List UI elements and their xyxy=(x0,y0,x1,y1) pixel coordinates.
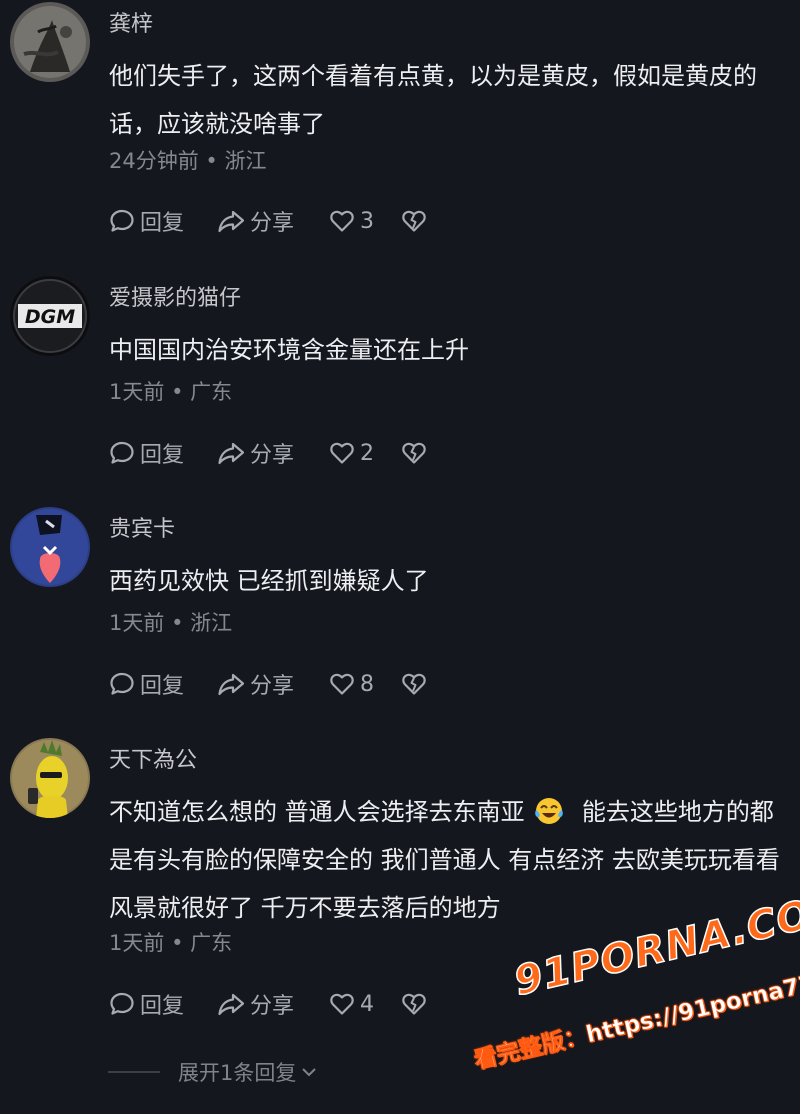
reply-button[interactable]: 回复 xyxy=(108,667,216,701)
share-arrow-icon xyxy=(218,673,245,696)
comment-actions: 回复 分享 3 xyxy=(108,204,428,238)
user-avatar[interactable] xyxy=(10,2,90,82)
comment-text: 西药见效快 已经抓到嫌疑人了 xyxy=(109,567,429,595)
expand-replies-label: 展开1条回复 xyxy=(178,1061,297,1085)
comment-bubble-icon xyxy=(110,209,134,232)
meta-separator: • xyxy=(205,149,218,173)
share-button[interactable]: 分享 xyxy=(216,667,328,701)
comment-time: 1天前 xyxy=(109,931,165,955)
user-avatar[interactable] xyxy=(10,507,90,587)
watermark-url: 看完整版：https://91porna77.com xyxy=(471,956,800,1075)
comment-location: 广东 xyxy=(190,380,233,404)
expand-replies-button[interactable]: 展开1条回复 xyxy=(108,1055,320,1089)
comment-meta: 24分钟前 • 浙江 xyxy=(109,146,267,176)
comment-bubble-icon xyxy=(110,992,134,1015)
comment-meta: 1天前 • 广东 xyxy=(109,377,232,407)
comment-actions: 回复 分享 2 xyxy=(108,436,428,470)
like-count: 4 xyxy=(360,991,374,1017)
comment-location: 浙江 xyxy=(224,149,267,173)
pineapple-figure-avatar-icon xyxy=(10,738,90,818)
reply-button[interactable]: 回复 xyxy=(108,204,216,238)
dislike-button[interactable] xyxy=(400,987,428,1021)
share-label: 分享 xyxy=(250,443,295,468)
share-label: 分享 xyxy=(250,211,295,236)
reply-button[interactable]: 回复 xyxy=(108,987,216,1021)
like-button[interactable]: 4 xyxy=(328,987,400,1021)
watermark: 91PORNA.COM 看完整版：https://91porna77.com xyxy=(466,882,800,1100)
reply-label: 回复 xyxy=(140,674,185,699)
reply-button[interactable]: 回复 xyxy=(108,436,216,470)
like-count: 3 xyxy=(360,208,374,234)
heart-icon xyxy=(330,210,354,232)
broken-heart-icon xyxy=(402,673,426,695)
tears-of-joy-emoji-icon xyxy=(535,798,564,824)
comment-meta: 1天前 • 浙江 xyxy=(109,608,232,638)
username[interactable]: 天下為公 xyxy=(109,746,197,776)
heart-icon xyxy=(330,993,354,1015)
reply-label: 回复 xyxy=(140,443,185,468)
meta-separator: • xyxy=(171,611,184,635)
reply-label: 回复 xyxy=(140,211,185,236)
comment-bubble-icon xyxy=(110,672,134,695)
broken-heart-icon xyxy=(402,210,426,232)
ink-painting-avatar-icon xyxy=(10,2,90,82)
comment-location: 浙江 xyxy=(190,611,233,635)
like-count: 2 xyxy=(360,440,374,466)
share-arrow-icon xyxy=(218,993,245,1016)
comment-text: 不知道怎么想的 普通人会选择去东南亚 能去这些地方的都是有头有脸的保障安全的 我… xyxy=(109,788,789,932)
like-button[interactable]: 3 xyxy=(328,204,400,238)
heart-icon xyxy=(330,442,354,464)
broken-heart-icon xyxy=(402,993,426,1015)
like-button[interactable]: 8 xyxy=(328,667,400,701)
user-avatar[interactable] xyxy=(10,738,90,818)
dislike-button[interactable] xyxy=(400,667,428,701)
username[interactable]: 爱摄影的猫仔 xyxy=(109,284,241,314)
comment-text: 他们失手了，这两个看着有点黄，以为是黄皮，假如是黄皮的话，应该就没啥事了 xyxy=(109,62,757,138)
comment-actions: 回复 分享 8 xyxy=(108,667,428,701)
dislike-button[interactable] xyxy=(400,204,428,238)
comment-time: 1天前 xyxy=(109,380,165,404)
dgm-logo-avatar-icon: DGM xyxy=(10,276,90,356)
meta-separator: • xyxy=(171,380,184,404)
share-button[interactable]: 分享 xyxy=(216,436,328,470)
comment-meta: 1天前 • 广东 xyxy=(109,928,232,958)
username[interactable]: 龚梓 xyxy=(109,10,153,40)
comment-time: 1天前 xyxy=(109,611,165,635)
share-arrow-icon xyxy=(218,210,245,233)
meta-separator: • xyxy=(171,931,184,955)
share-label: 分享 xyxy=(250,994,295,1019)
share-button[interactable]: 分享 xyxy=(216,987,328,1021)
divider-line xyxy=(108,1071,160,1073)
comment-location: 广东 xyxy=(190,931,233,955)
like-count: 8 xyxy=(360,671,374,697)
reply-label: 回复 xyxy=(140,994,185,1019)
share-label: 分享 xyxy=(250,674,295,699)
broken-heart-icon xyxy=(402,442,426,464)
comment-bubble-icon xyxy=(110,441,134,464)
chevron-down-icon xyxy=(302,1068,317,1077)
blue-character-avatar-icon xyxy=(10,507,90,587)
heart-icon xyxy=(330,673,354,695)
dislike-button[interactable] xyxy=(400,436,428,470)
svg-text:DGM: DGM xyxy=(25,306,75,328)
comment-text: 中国国内治安环境含金量还在上升 xyxy=(109,336,469,364)
comment-actions: 回复 分享 4 xyxy=(108,987,428,1021)
share-button[interactable]: 分享 xyxy=(216,204,328,238)
like-button[interactable]: 2 xyxy=(328,436,400,470)
comment-time: 24分钟前 xyxy=(109,149,199,173)
comment-text-part: 不知道怎么想的 普通人会选择去东南亚 xyxy=(109,798,525,826)
user-avatar[interactable]: DGM xyxy=(10,276,90,356)
username[interactable]: 贵宾卡 xyxy=(109,515,175,545)
share-arrow-icon xyxy=(218,442,245,465)
